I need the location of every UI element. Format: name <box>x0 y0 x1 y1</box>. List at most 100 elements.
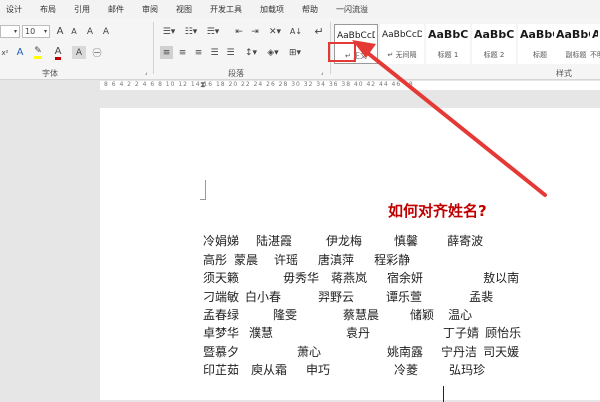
person-name: 须天籁 <box>203 271 240 285</box>
distributed-button[interactable]: ☰ <box>224 46 237 59</box>
person-name: 姚南露 <box>387 345 424 359</box>
sort-button[interactable]: A↓ <box>288 25 304 38</box>
person-name: 丁子婧 <box>443 326 480 340</box>
numbering-button[interactable]: ☷▾ <box>182 25 200 38</box>
style-no-spacing[interactable]: AaBbCcDı ↵ 无间隔 <box>380 24 424 64</box>
person-name: 袁丹 <box>346 326 371 340</box>
show-hide-marks-button[interactable]: ↵ <box>312 24 326 38</box>
format-button[interactable]: A <box>84 25 96 38</box>
enclose-char-icon: ㊀ <box>92 49 102 59</box>
style-name: 标题 2 <box>483 51 505 59</box>
font-color-icon: A <box>54 46 62 60</box>
font-color-button[interactable]: A <box>50 46 66 60</box>
char-shading-icon: A <box>75 47 83 58</box>
align-left-icon: ≡ <box>162 47 171 58</box>
shading-button[interactable]: ◈▾ <box>264 46 282 59</box>
person-name: 程彩静 <box>374 253 411 267</box>
horizontal-ruler[interactable]: 8 6 4 2 2 4 6 8 10 12 14 16 18 20 22 24 … <box>0 80 600 92</box>
justify-button[interactable]: ☰ <box>208 46 221 59</box>
menu-design[interactable]: 设计 <box>6 4 22 15</box>
increase-indent-button[interactable]: ⇥ <box>248 25 262 38</box>
name-line: 刁端敏 白小春 羿野云 谭乐萱 孟裴 <box>203 288 493 305</box>
chinese-layout-icon: ✕▾ <box>268 26 282 37</box>
chevron-down-icon: ▾ <box>13 28 17 35</box>
grow-font-icon: A <box>56 26 64 37</box>
borders-button[interactable]: ⊞▾ <box>286 46 304 59</box>
menu-yishan[interactable]: 一闪流溢 <box>336 4 368 15</box>
align-right-button[interactable]: ≡ <box>192 46 205 59</box>
decrease-indent-icon: ⇤ <box>235 26 243 37</box>
person-name: 濮慧 <box>249 326 274 340</box>
style-preview: AaBbC <box>474 28 514 41</box>
paint-bucket-icon: ◈▾ <box>267 47 279 58</box>
enclose-char-button[interactable]: ㊀ <box>90 46 104 59</box>
menu-developer[interactable]: 开发工具 <box>210 4 242 15</box>
person-name: 唐滇萍 <box>318 253 355 267</box>
person-name: 宁丹洁 <box>441 345 478 359</box>
name-line: 暨慕夕 萧心 姚南露 宁丹洁 司天媛 <box>203 343 519 360</box>
person-name: 薛寄波 <box>447 234 484 248</box>
paragraph-mark-icon: ↵ <box>314 24 324 38</box>
paragraph-group-label: 段落 <box>228 69 244 78</box>
text-effects-icon: A <box>16 47 24 58</box>
indent-marker-icon[interactable]: ⧗ <box>200 80 206 90</box>
chevron-down-icon: ▾ <box>43 28 47 35</box>
name-line: 须天籁 毋秀华 蒋燕岚 宿余妍 敖以南 <box>203 269 519 286</box>
menu-review[interactable]: 审阅 <box>142 4 158 15</box>
person-name: 申巧 <box>306 363 331 377</box>
document-page[interactable]: 如何对齐姓名? 冷娟娣 陆湛霞 伊龙梅 慎馨 薛寄波 高彤 蒙晨 许瑶 唐滇萍 程彩静 须天籁 毋… <box>100 108 600 402</box>
ribbon: ▾ 10 ▾ A A A A x² A ✎ A A ㊀ 字体 ⌟ ☰▾ ☷▾ ☴… <box>0 18 600 80</box>
person-name: 庾从霜 <box>251 363 288 377</box>
font-dialog-launcher[interactable]: ⌟ <box>142 68 150 76</box>
shrink-font-button[interactable]: A <box>68 25 80 38</box>
style-preview: AaBbCc <box>428 28 468 41</box>
highlight-button[interactable]: ✎ <box>30 46 46 59</box>
decrease-indent-button[interactable]: ⇤ <box>232 25 246 38</box>
person-name: 慎馨 <box>394 234 419 248</box>
font-size-dropdown[interactable]: 10 ▾ <box>22 25 50 38</box>
font-size-value: 10 <box>25 27 36 36</box>
multilevel-list-button[interactable]: ☴▾ <box>204 25 222 38</box>
phonetic-button[interactable]: A <box>100 25 112 38</box>
menu-view[interactable]: 视图 <box>176 4 192 15</box>
paragraph-dialog-launcher[interactable]: ⌟ <box>318 68 326 76</box>
style-emphasis[interactable]: AaBb 不明 <box>590 24 600 64</box>
align-left-button[interactable]: ≡ <box>160 46 173 59</box>
person-name: 白小春 <box>245 290 282 304</box>
char-shading-button[interactable]: A <box>72 46 86 59</box>
person-name: 顾怡乐 <box>485 326 522 340</box>
menu-help[interactable]: 帮助 <box>302 4 318 15</box>
person-name: 蒙晨 <box>234 253 259 267</box>
person-name: 印芷茹 <box>203 363 240 377</box>
style-heading-1[interactable]: AaBbCc 标题 1 <box>426 24 470 64</box>
person-name: 卓梦华 <box>203 326 240 340</box>
font-name-dropdown[interactable]: ▾ <box>0 25 20 38</box>
person-name: 刁端敏 <box>203 290 240 304</box>
name-line: 冷娟娣 陆湛霞 伊龙梅 慎馨 薛寄波 <box>203 232 483 249</box>
align-center-button[interactable]: ≡ <box>176 46 189 59</box>
style-preview: AaBb <box>592 28 598 41</box>
x-superscript-button[interactable]: x² <box>0 46 10 59</box>
person-name: 陆湛霞 <box>256 234 293 248</box>
style-preview: AaBbCcDı <box>337 31 375 41</box>
style-heading-2[interactable]: AaBbC 标题 2 <box>472 24 516 64</box>
text-effects-button[interactable]: A <box>12 46 28 59</box>
style-name: 不明 <box>590 51 600 59</box>
person-name: 冷娟娣 <box>203 234 240 248</box>
menu-references[interactable]: 引用 <box>74 4 90 15</box>
align-center-icon: ≡ <box>178 47 187 58</box>
menu-layout[interactable]: 布局 <box>40 4 56 15</box>
bullets-icon: ☰▾ <box>162 26 176 37</box>
style-preview: AaBbCcDı <box>382 30 422 40</box>
person-name: 储颖 <box>410 308 435 322</box>
grow-font-button[interactable]: A <box>54 25 66 38</box>
style-name: 标题 1 <box>437 51 459 59</box>
menu-mailings[interactable]: 邮件 <box>108 4 124 15</box>
bullets-button[interactable]: ☰▾ <box>160 25 178 38</box>
person-name: 温心 <box>448 308 473 322</box>
menu-addins[interactable]: 加载项 <box>260 4 284 15</box>
crop-mark <box>200 180 206 200</box>
chinese-layout-button[interactable]: ✕▾ <box>266 25 284 38</box>
highlighter-icon: ✎ <box>34 46 42 59</box>
line-spacing-button[interactable]: ↕▾ <box>242 46 260 59</box>
